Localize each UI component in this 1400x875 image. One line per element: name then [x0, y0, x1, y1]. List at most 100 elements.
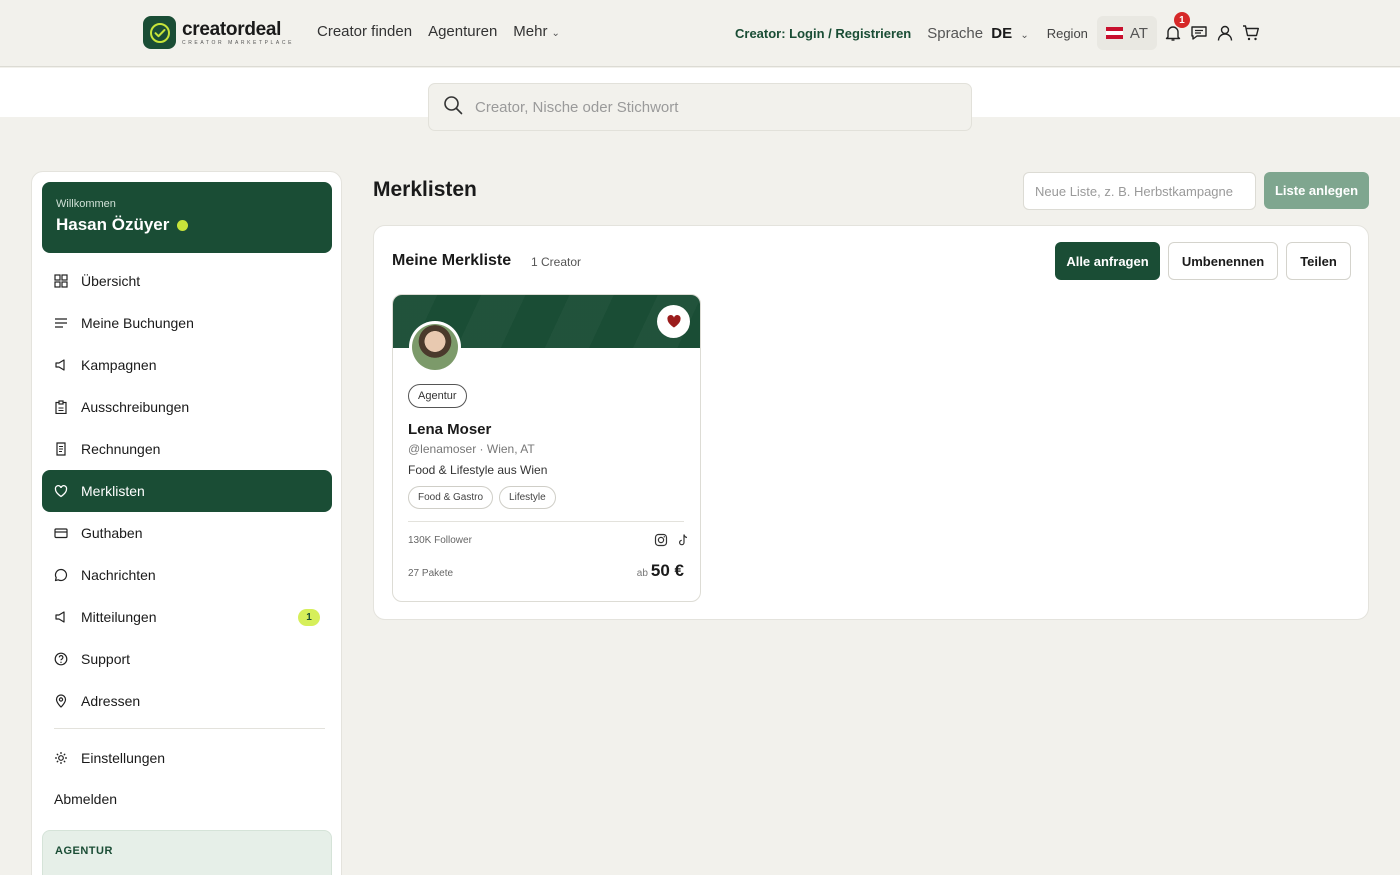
sidebar-item-label: Mitteilungen	[81, 609, 157, 625]
heart-icon	[54, 484, 68, 498]
agency-section-title: AGENTUR	[55, 845, 113, 857]
credit-card-icon	[54, 526, 68, 540]
region-value: AT	[1129, 24, 1148, 42]
search-icon	[443, 95, 463, 120]
creator-handle-location: @lenamoser · Wien, AT	[408, 442, 535, 456]
list-icon	[54, 316, 68, 330]
nav-agencies[interactable]: Agenturen	[428, 23, 497, 40]
gear-icon	[54, 751, 68, 765]
brand-name: creatordeal	[182, 18, 282, 40]
creator-name[interactable]: Lena Moser	[408, 421, 491, 438]
instagram-icon[interactable]	[654, 533, 668, 547]
nav-more-label: Mehr	[513, 23, 548, 40]
watchlist-panel: Meine Merkliste 1 Creator Alle anfragen …	[373, 225, 1369, 620]
sidebar-item-bookings[interactable]: Meine Buchungen	[42, 302, 332, 344]
category-chip: Lifestyle	[499, 486, 556, 509]
check-icon	[143, 16, 176, 49]
region-label: Region	[1046, 25, 1088, 41]
verified-icon	[177, 219, 189, 231]
messages-icon[interactable]	[1190, 24, 1208, 42]
brand-subtitle: CREATOR MARKETPLACE	[182, 39, 295, 46]
sidebar-divider	[54, 728, 325, 729]
sidebar-item-credit[interactable]: Guthaben	[42, 512, 332, 554]
creator-avatar	[409, 321, 461, 373]
top-header: creatordeal CREATOR MARKETPLACE Creator …	[0, 0, 1400, 67]
list-title: Meine Merkliste	[392, 252, 512, 269]
list-creator-count: 1 Creator	[531, 255, 582, 269]
brand-logo[interactable]: creatordeal CREATOR MARKETPLACE	[143, 16, 294, 49]
chevron-down-icon: ⌄	[1020, 29, 1029, 41]
new-list-input[interactable]	[1023, 172, 1256, 210]
agency-section: AGENTUR	[42, 830, 332, 875]
nav-more[interactable]: Mehr ⌄	[513, 23, 576, 40]
help-icon	[54, 652, 68, 666]
sidebar-item-campaigns[interactable]: Kampagnen	[42, 344, 332, 386]
creator-description: Food & Lifestyle aus Wien	[408, 463, 548, 477]
sidebar-item-support[interactable]: Support	[42, 638, 332, 680]
receipt-icon	[54, 442, 68, 456]
sidebar-item-label: Einstellungen	[81, 750, 166, 766]
search-input[interactable]	[475, 98, 935, 116]
favorite-heart-icon[interactable]	[657, 305, 690, 338]
nav-find-creator[interactable]: Creator finden	[317, 23, 412, 40]
chat-icon	[54, 568, 68, 582]
language-value: DE	[991, 24, 1013, 42]
sidebar-item-messages[interactable]: Nachrichten	[42, 554, 332, 596]
sidebar-item-label: Nachrichten	[81, 567, 156, 583]
grid-icon	[54, 274, 68, 288]
sidebar-item-label: Meine Buchungen	[81, 315, 194, 331]
sidebar-item-label: Kampagnen	[81, 357, 157, 373]
rename-button[interactable]: Umbenennen	[1168, 242, 1278, 280]
price: ab 50 €	[637, 561, 684, 581]
language-selector[interactable]: Sprache DE ⌄	[927, 25, 1028, 42]
notification-badge: 1	[1173, 12, 1190, 28]
search-bar[interactable]	[428, 83, 972, 131]
sidebar-item-label: Support	[81, 651, 131, 667]
sidebar-item-tenders[interactable]: Ausschreibungen	[42, 386, 332, 428]
sidebar-item-label: Adressen	[81, 693, 141, 709]
main-nav: Creator finden Agenturen Mehr ⌄	[317, 23, 592, 40]
language-label: Sprache	[927, 24, 984, 42]
sidebar-item-watchlists[interactable]: Merklisten	[42, 470, 332, 512]
megaphone-icon	[54, 358, 68, 372]
create-list-button[interactable]: Liste anlegen	[1264, 172, 1369, 209]
sidebar-item-label: Rechnungen	[81, 441, 161, 457]
share-button[interactable]: Teilen	[1286, 242, 1351, 280]
sidebar-item-settings[interactable]: Einstellungen	[42, 737, 332, 779]
price-prefix: ab	[636, 568, 648, 579]
region-selector[interactable]: AT	[1096, 16, 1157, 50]
category-chip: Food & Gastro	[408, 486, 494, 509]
request-all-button[interactable]: Alle anfragen	[1055, 242, 1160, 280]
follower-count: 130K Follower	[408, 535, 472, 546]
sidebar-item-label: Guthaben	[81, 525, 143, 541]
page-title: Merklisten	[373, 178, 477, 201]
austria-flag-icon	[1105, 27, 1123, 39]
sidebar-item-addresses[interactable]: Adressen	[42, 680, 332, 722]
tiktok-icon[interactable]	[676, 533, 690, 547]
sidebar-item-label: Merklisten	[81, 483, 145, 499]
chevron-down-icon: ⌄	[551, 28, 560, 39]
welcome-card: Willkommen Hasan Özüyer	[42, 182, 332, 253]
card-divider	[408, 521, 684, 522]
account-sidebar: Willkommen Hasan Özüyer Übersicht Meine …	[31, 171, 342, 875]
welcome-label: Willkommen	[56, 198, 116, 210]
logout-link[interactable]: Abmelden	[54, 791, 117, 807]
notifications-count-badge: 1	[298, 609, 320, 626]
creator-login-link[interactable]: Creator: Login / Registrieren	[735, 26, 911, 41]
social-links	[646, 533, 690, 547]
sidebar-menu: Übersicht Meine Buchungen Kampagnen Auss…	[42, 260, 332, 722]
clipboard-icon	[54, 400, 68, 414]
sidebar-item-overview[interactable]: Übersicht	[42, 260, 332, 302]
user-name: Hasan Özüyer	[56, 215, 170, 234]
pin-icon	[54, 694, 68, 708]
megaphone-icon	[54, 610, 68, 624]
sidebar-item-notifications[interactable]: Mitteilungen 1	[42, 596, 332, 638]
sidebar-item-invoices[interactable]: Rechnungen	[42, 428, 332, 470]
package-count: 27 Pakete	[408, 568, 454, 579]
sidebar-item-label: Ausschreibungen	[81, 399, 190, 415]
creator-card[interactable]: Agentur Lena Moser @lenamoser · Wien, AT…	[392, 294, 701, 602]
user-icon[interactable]	[1216, 24, 1234, 42]
price-value: 50 €	[650, 561, 684, 580]
sidebar-item-label: Übersicht	[81, 273, 141, 289]
cart-icon[interactable]	[1242, 24, 1260, 42]
